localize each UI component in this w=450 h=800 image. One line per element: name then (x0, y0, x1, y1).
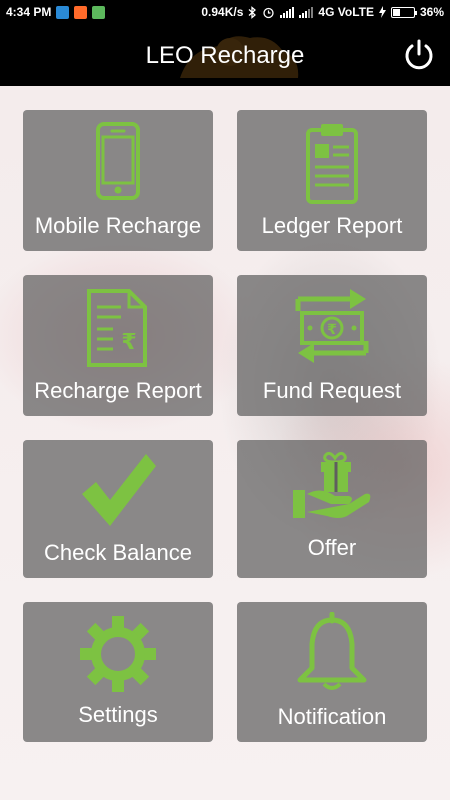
money-exchange-icon: ₹ (295, 289, 369, 363)
settings-label: Settings (78, 702, 158, 727)
charging-icon (378, 6, 386, 18)
bell-icon (297, 612, 367, 690)
network-speed: 0.94K/s (201, 5, 244, 19)
svg-text:₹: ₹ (327, 322, 337, 338)
network-type: 4G VoLTE (318, 5, 374, 19)
fund-request-label: Fund Request (262, 378, 402, 403)
status-bar: 4:34 PM 0.94K/s 4G VoLTE 36% (0, 0, 450, 24)
fund-request-tile[interactable]: ₹ Fund Request (237, 275, 427, 416)
mobile-recharge-tile[interactable]: Mobile Recharge (23, 110, 213, 251)
ledger-report-tile[interactable]: Ledger Report (237, 110, 427, 251)
gear-icon (80, 616, 156, 692)
check-balance-tile[interactable]: Check Balance (23, 440, 213, 578)
check-balance-label: Check Balance (44, 540, 192, 565)
mi-notification-icon (74, 5, 88, 19)
bluetooth-icon (248, 5, 257, 19)
power-icon[interactable] (402, 38, 436, 72)
mobile-recharge-label: Mobile Recharge (34, 213, 202, 238)
recharge-report-tile[interactable]: ₹ Recharge Report (23, 275, 213, 416)
notification-label: Notification (277, 704, 387, 729)
battery-percent: 36% (419, 5, 444, 19)
clipboard-icon (306, 124, 358, 204)
alarm-icon (263, 7, 275, 18)
recharge-report-label: Recharge Report (34, 378, 202, 403)
svg-text:₹: ₹ (121, 330, 136, 355)
battery-fill (392, 8, 400, 16)
battery-icon (390, 6, 417, 18)
dashboard-grid: Mobile Recharge Ledger Report ₹ Recharge… (0, 86, 450, 800)
signal-icon (280, 6, 295, 18)
rupee-document-icon: ₹ (87, 289, 147, 367)
ledger-report-label: Ledger Report (261, 213, 403, 238)
android-notification-icon (92, 5, 106, 19)
offer-label: Offer (307, 535, 357, 560)
checkmark-icon (82, 454, 156, 526)
mobile-phone-icon (96, 122, 140, 200)
signal-icon-2 (299, 6, 314, 18)
app-notification-icon (56, 5, 70, 19)
status-time: 4:34 PM (6, 5, 52, 19)
settings-tile[interactable]: Settings (23, 602, 213, 742)
gift-hand-icon (293, 451, 371, 518)
offer-tile[interactable]: Offer (237, 440, 427, 578)
app-title: LEO Recharge (145, 42, 305, 69)
notification-tile[interactable]: Notification (237, 602, 427, 742)
app-bar: LEO Recharge (0, 24, 450, 86)
